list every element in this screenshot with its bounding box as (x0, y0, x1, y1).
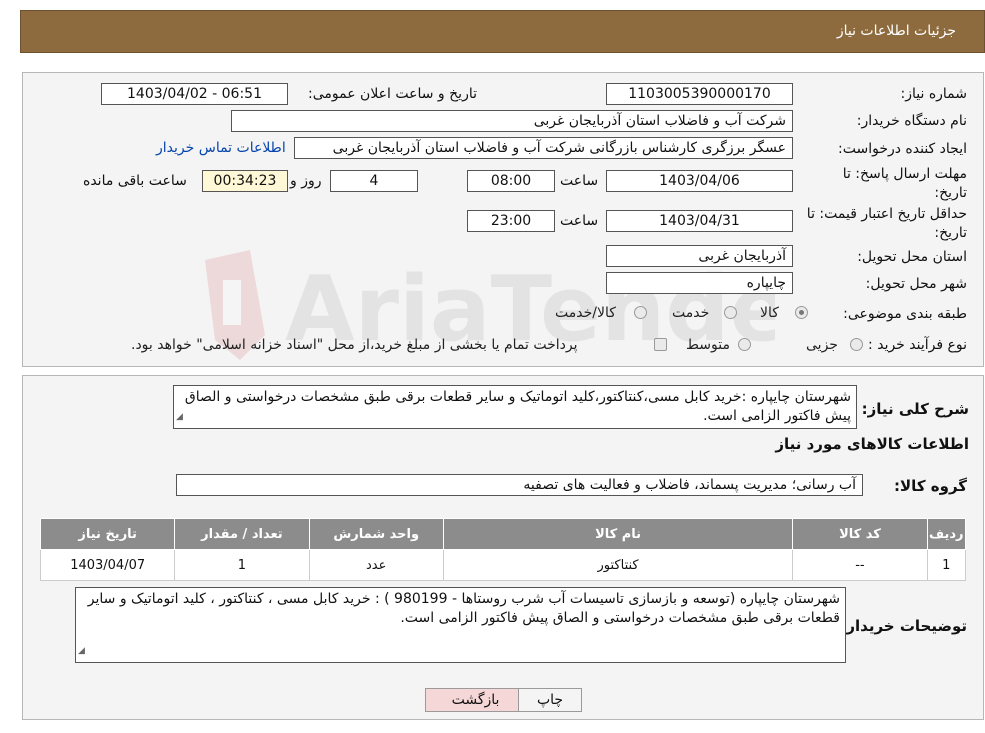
process-checkbox-treasury[interactable] (654, 338, 667, 351)
category-goods-label: کالا (760, 305, 779, 321)
province-field: آذربایجان غربی (606, 245, 793, 267)
process-minor-label: جزیی (806, 337, 838, 353)
category-radio-service[interactable] (724, 306, 737, 319)
category-service-label: خدمت (672, 305, 710, 321)
deadline-time-field: 08:00 (467, 170, 555, 192)
process-label: نوع فرآیند خرید : (868, 337, 967, 353)
deadline-time-word: ساعت (560, 173, 599, 189)
need-number-field: 1103005390000170 (606, 83, 793, 105)
category-label: طبقه بندی موضوعی: (843, 306, 967, 322)
col-name: نام کالا (442, 518, 794, 550)
buyer-notes-label: توضیحات خریدار: (840, 617, 967, 635)
cell-row: 1 (926, 549, 967, 581)
col-code: کد کالا (792, 518, 928, 550)
page-title: جزئیات اطلاعات نیاز (836, 23, 956, 39)
resize-grip-icon[interactable]: ◢ (176, 408, 183, 427)
creator-field: عسگر برزگری کارشناس بازرگانی شرکت آب و ف… (294, 137, 793, 159)
validity-time-field: 23:00 (467, 210, 555, 232)
resize-grip-icon[interactable]: ◢ (78, 642, 85, 661)
summary-text: شهرستان چایپاره :خرید کابل مسی،کنتاکتور،… (173, 385, 857, 429)
buyer-org-field: شرکت آب و فاضلاب استان آذربایجان غربی (231, 110, 793, 132)
province-label: استان محل تحویل: (857, 249, 967, 265)
buyer-org-label: نام دستگاه خریدار: (856, 113, 967, 129)
print-button-visible[interactable]: چاپ (518, 688, 582, 712)
remaining-time-field: 00:34:23 (202, 170, 288, 192)
cell-code: -- (792, 549, 928, 581)
cell-name: کنتاکتور (442, 549, 794, 581)
page-header: جزئیات اطلاعات نیاز (20, 10, 985, 53)
col-quantity: تعداد / مقدار (174, 518, 310, 550)
buyer-contact-link[interactable]: اطلاعات تماس خریدار (156, 140, 286, 156)
table-row: 1 -- کنتاکتور عدد 1 1403/04/07 (39, 549, 967, 581)
col-need-date: تاریخ نیاز (39, 518, 176, 550)
category-radio-goods-service[interactable] (634, 306, 647, 319)
remaining-word: ساعت باقی مانده (83, 173, 187, 189)
table-header-row: ردیف کد کالا نام کالا واحد شمارش تعداد /… (39, 518, 967, 550)
col-unit: واحد شمارش (308, 518, 444, 550)
category-radio-goods[interactable] (795, 306, 808, 319)
col-row: ردیف (926, 518, 967, 550)
validity-label: حداقل تاریخ اعتبار قیمت: تا تاریخ: (806, 206, 967, 241)
days-field: 4 (330, 170, 418, 192)
cell-unit: عدد (308, 549, 444, 581)
announce-field: 1403/04/02 - 06:51 (101, 83, 288, 105)
need-number-label: شماره نیاز: (900, 86, 968, 102)
goods-table: ردیف کد کالا نام کالا واحد شمارش تعداد /… (39, 518, 967, 581)
deadline-date-field: 1403/04/06 (606, 170, 793, 192)
process-radio-medium[interactable] (738, 338, 751, 351)
process-medium-label: متوسط (686, 337, 730, 353)
summary-text-content: شهرستان چایپاره :خرید کابل مسی،کنتاکتور،… (184, 389, 851, 424)
cell-need-date: 1403/04/07 (39, 549, 176, 581)
city-field: چایپاره (606, 272, 793, 294)
validity-time-word: ساعت (560, 213, 599, 229)
city-label: شهر محل تحویل: (865, 276, 967, 292)
process-radio-minor[interactable] (850, 338, 863, 351)
process-note: پرداخت تمام یا بخشی از مبلغ خرید،از محل … (131, 337, 578, 353)
validity-date-field: 1403/04/31 (606, 210, 793, 232)
goods-info-title: اطلاعات کالاهای مورد نیاز (775, 435, 969, 453)
buyer-notes-text: شهرستان چایپاره (توسعه و بازسازی تاسیسات… (75, 587, 846, 663)
category-goods-service-label: کالا/خدمت (555, 305, 616, 321)
back-button[interactable]: بازگشت (425, 688, 526, 712)
summary-label: شرح کلی نیاز: (861, 400, 969, 418)
announce-label: تاریخ و ساعت اعلان عمومی: (308, 86, 477, 102)
deadline-label: مهلت ارسال پاسخ: تا تاریخ: (842, 166, 967, 201)
group-label: گروه کالا: (894, 477, 967, 495)
cell-quantity: 1 (174, 549, 310, 581)
creator-label: ایجاد کننده درخواست: (838, 141, 967, 157)
buyer-notes-content: شهرستان چایپاره (توسعه و بازسازی تاسیسات… (87, 591, 840, 626)
days-word: روز و (290, 173, 322, 189)
group-field: آب رسانی؛ مدیریت پسماند، فاضلاب و فعالیت… (176, 474, 863, 496)
